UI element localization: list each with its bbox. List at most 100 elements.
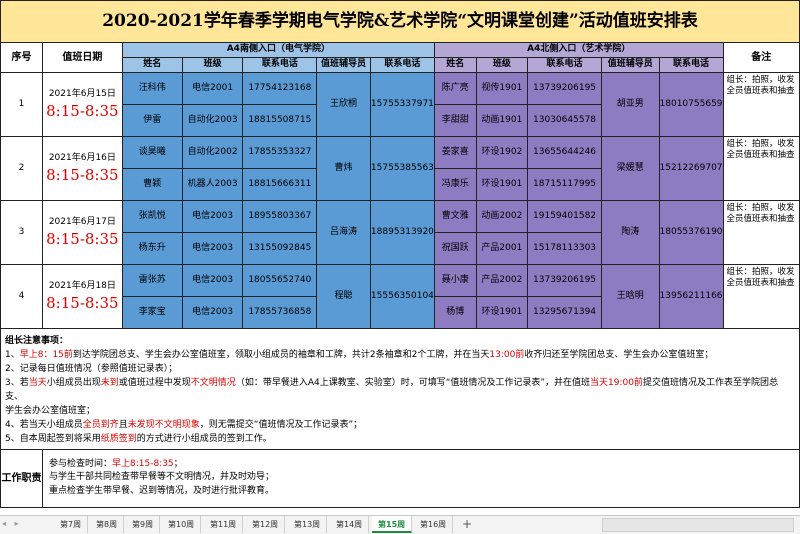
south-student-phone[interactable]: 17855353327 [242, 136, 318, 169]
header-date[interactable]: 值班日期 [41, 42, 123, 73]
header-south-counselor-phone[interactable]: 联系电话 [369, 57, 435, 73]
north-counselor[interactable]: 梁媛慧 [600, 136, 660, 201]
south-student-class[interactable]: 电信2003 [181, 264, 244, 297]
south-student-class[interactable]: 电信2003 [181, 232, 244, 265]
sheet-tab[interactable]: 第9周 [126, 516, 161, 533]
north-student-phone[interactable]: 18715117995 [527, 168, 602, 201]
sheet-tab[interactable]: 第12周 [246, 516, 286, 533]
header-north-name[interactable]: 姓名 [433, 57, 477, 73]
south-student-phone[interactable]: 17855736858 [242, 296, 318, 329]
sheet-tab[interactable]: 第14周 [330, 516, 370, 533]
north-counselor-phone[interactable]: 15212269707 [658, 136, 724, 201]
header-north-entrance[interactable]: A4北侧入口（艺术学院） [433, 42, 724, 58]
tab-scroll-arrows-icon[interactable]: ◂ ▸ [2, 519, 22, 528]
south-student-name[interactable]: 张凯悦 [121, 200, 183, 233]
row-seq[interactable]: 2 [0, 136, 43, 201]
north-student-phone[interactable]: 13030645578 [527, 104, 602, 137]
header-north-counselor[interactable]: 值班辅导员 [600, 57, 660, 73]
north-student-phone[interactable]: 15178113303 [527, 232, 602, 265]
sheet-tab[interactable]: 第10周 [162, 516, 202, 533]
north-student-name[interactable]: 祝国跃 [433, 232, 477, 265]
north-student-name[interactable]: 杨博 [433, 296, 477, 329]
row-seq[interactable]: 4 [0, 264, 43, 329]
south-student-name[interactable]: 曹颖 [121, 168, 183, 201]
row-remark[interactable]: 组长：拍照，收发全员值班表和抽查 [722, 264, 800, 329]
sheet-tab[interactable]: 第13周 [288, 516, 328, 533]
north-student-class[interactable]: 产品2002 [475, 264, 529, 297]
sheet-tab[interactable]: 第7周 [54, 516, 89, 533]
south-counselor-phone[interactable]: 15755337971 [369, 72, 435, 137]
header-north-counselor-phone[interactable]: 联系电话 [658, 57, 724, 73]
north-counselor-phone[interactable]: 18010755659 [658, 72, 724, 137]
south-counselor[interactable]: 吕海涛 [316, 200, 371, 265]
header-south-entrance[interactable]: A4南侧入口（电气学院） [121, 42, 435, 58]
sheet-tab[interactable]: 第11周 [204, 516, 244, 533]
north-student-name[interactable]: 陈广亮 [433, 72, 477, 105]
row-date-cell[interactable]: 2021年6月15日 8:15-8:35 [41, 72, 123, 137]
header-south-phone[interactable]: 联系电话 [242, 57, 318, 73]
north-counselor[interactable]: 胡亚男 [600, 72, 660, 137]
south-counselor[interactable]: 王欣桐 [316, 72, 371, 137]
row-seq[interactable]: 3 [0, 200, 43, 265]
south-counselor-phone[interactable]: 15755385563 [369, 136, 435, 201]
south-student-class[interactable]: 自动化2003 [181, 104, 244, 137]
south-counselor-phone[interactable]: 18895313920 [369, 200, 435, 265]
notes-cell[interactable]: 组长注意事项： 1、早上8：15前到达学院团总支、学生会办公室值班室，领取小组成… [0, 328, 800, 450]
north-student-name[interactable]: 聂小康 [433, 264, 477, 297]
south-student-name[interactable]: 雷张苏 [121, 264, 183, 297]
north-student-phone[interactable]: 13295671394 [527, 296, 602, 329]
north-student-phone[interactable]: 13739206195 [527, 264, 602, 297]
south-student-name[interactable]: 谈昊曦 [121, 136, 183, 169]
header-remark[interactable]: 备注 [722, 42, 800, 73]
sheet-tab[interactable]: 第8周 [90, 516, 125, 533]
row-seq[interactable]: 1 [0, 72, 43, 137]
south-student-name[interactable]: 李家宝 [121, 296, 183, 329]
north-student-class[interactable]: 环设1901 [475, 296, 529, 329]
header-south-name[interactable]: 姓名 [121, 57, 183, 73]
south-student-name[interactable]: 伊雷 [121, 104, 183, 137]
north-student-name[interactable]: 冯康乐 [433, 168, 477, 201]
north-student-class[interactable]: 动画2002 [475, 200, 529, 233]
south-student-phone[interactable]: 18055652740 [242, 264, 318, 297]
north-student-class[interactable]: 环设1901 [475, 168, 529, 201]
south-counselor-phone[interactable]: 15556350104 [369, 264, 435, 329]
row-date-cell[interactable]: 2021年6月16日 8:15-8:35 [41, 136, 123, 201]
north-student-class[interactable]: 产品2001 [475, 232, 529, 265]
duty-label[interactable]: 工作职责 [0, 448, 43, 508]
north-student-class[interactable]: 视传1901 [475, 72, 529, 105]
north-student-phone[interactable]: 13655644246 [527, 136, 602, 169]
north-student-class[interactable]: 环设1902 [475, 136, 529, 169]
header-north-class[interactable]: 班级 [475, 57, 529, 73]
south-student-phone[interactable]: 13155092845 [242, 232, 318, 265]
row-date-cell[interactable]: 2021年6月17日 8:15-8:35 [41, 200, 123, 265]
south-student-phone[interactable]: 18815508715 [242, 104, 318, 137]
north-student-class[interactable]: 动画1901 [475, 104, 529, 137]
north-counselor-phone[interactable]: 13956211166 [658, 264, 724, 329]
row-remark[interactable]: 组长：拍照，收发全员值班表和抽查 [722, 72, 800, 137]
north-counselor[interactable]: 陶涛 [600, 200, 660, 265]
south-student-class[interactable]: 自动化2002 [181, 136, 244, 169]
south-student-class[interactable]: 电信2003 [181, 296, 244, 329]
row-remark[interactable]: 组长：拍照，收发全员值班表和抽查 [722, 136, 800, 201]
south-student-name[interactable]: 汪科伟 [121, 72, 183, 105]
row-date-cell[interactable]: 2021年6月18日 8:15-8:35 [41, 264, 123, 329]
add-sheet-icon[interactable]: + [462, 516, 472, 533]
horizontal-scrollbar[interactable] [602, 518, 794, 532]
north-counselor[interactable]: 王晗明 [600, 264, 660, 329]
south-student-name[interactable]: 杨东升 [121, 232, 183, 265]
north-counselor-phone[interactable]: 18055376190 [658, 200, 724, 265]
south-student-class[interactable]: 电信2001 [181, 72, 244, 105]
header-south-counselor[interactable]: 值班辅导员 [316, 57, 371, 73]
header-seq[interactable]: 序号 [0, 42, 43, 73]
south-counselor[interactable]: 程聪 [316, 264, 371, 329]
north-student-phone[interactable]: 13739206195 [527, 72, 602, 105]
row-remark[interactable]: 组长：拍照，收发全员值班表和抽查 [722, 200, 800, 265]
south-student-phone[interactable]: 18955803367 [242, 200, 318, 233]
duty-cell[interactable]: 参与检查时间：早上8:15-8:35； 与学生干部共同检查带早餐等不文明情况，并及… [41, 448, 800, 508]
north-student-name[interactable]: 姜家喜 [433, 136, 477, 169]
south-student-phone[interactable]: 18815666311 [242, 168, 318, 201]
sheet-tab[interactable]: 第16周 [414, 516, 454, 533]
header-south-class[interactable]: 班级 [181, 57, 244, 73]
sheet-title[interactable]: 2020-2021学年春季学期电气学院&艺术学院“文明课堂创建”活动值班安排表 [0, 0, 800, 43]
sheet-tab[interactable]: 第15周 [372, 516, 413, 533]
